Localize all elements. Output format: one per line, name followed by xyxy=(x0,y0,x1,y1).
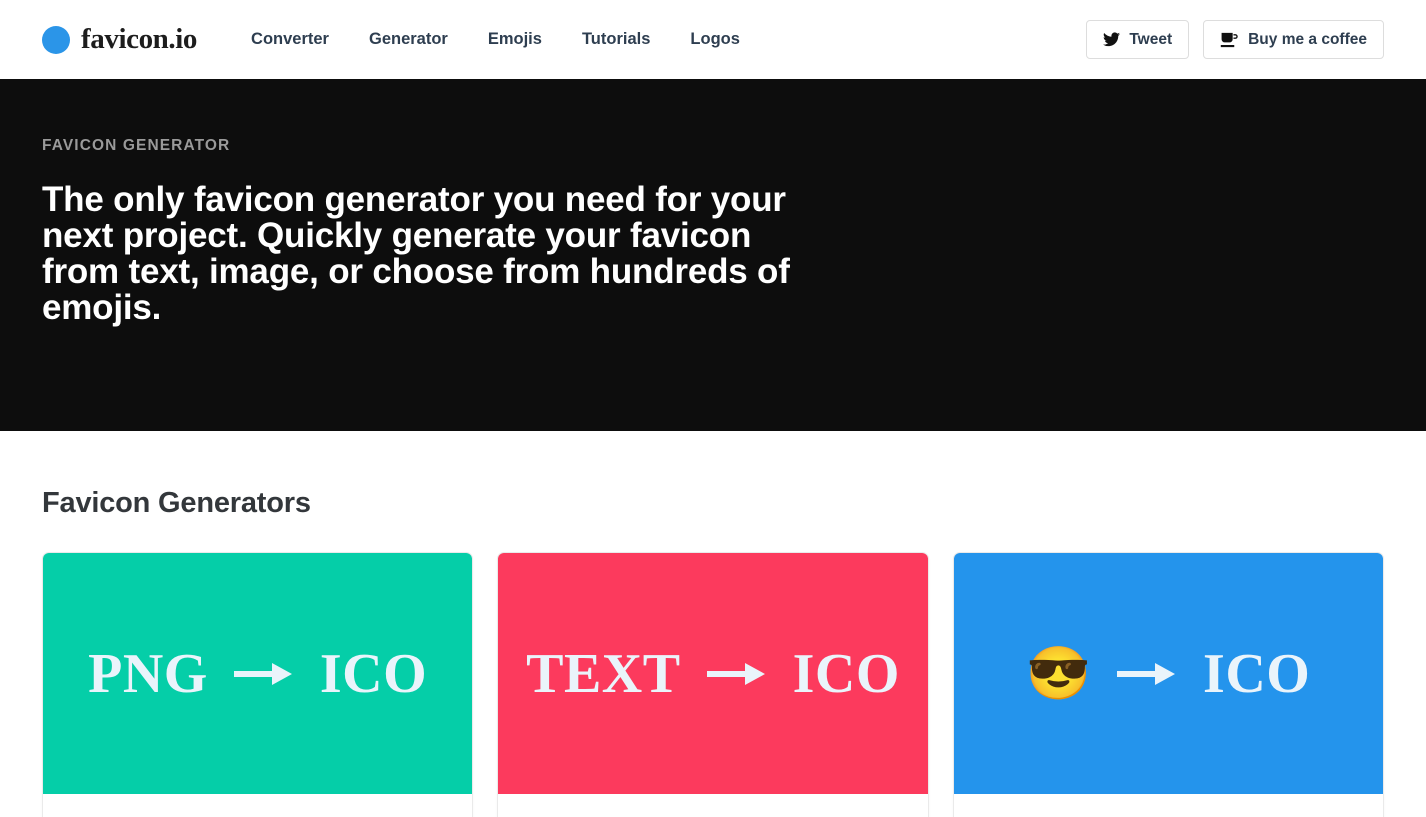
favicon-generators-section: Favicon Generators PNG ICO Image TEXT IC… xyxy=(0,431,1426,817)
right-arrow-icon xyxy=(1117,662,1176,685)
right-arrow-icon xyxy=(706,662,765,685)
hero-title: The only favicon generator you need for … xyxy=(42,180,790,328)
twitter-bird-icon xyxy=(1103,32,1121,47)
hero-eyebrow: FAVICON GENERATOR xyxy=(42,137,231,154)
section-title: Favicon Generators xyxy=(42,487,311,519)
card-body: Emoji xyxy=(954,794,1383,817)
banner-from-label: TEXT xyxy=(526,642,681,705)
card-banner: 😎 ICO xyxy=(953,553,1383,794)
card-banner: TEXT ICO xyxy=(498,553,928,794)
brand-logo-link[interactable]: favicon.io xyxy=(42,25,197,54)
buy-me-a-coffee-label: Buy me a coffee xyxy=(1248,30,1367,48)
generator-card-emoji[interactable]: 😎 ICO Emoji xyxy=(952,552,1384,817)
nav-item-tutorials[interactable]: Tutorials xyxy=(562,24,670,55)
tweet-button[interactable]: Tweet xyxy=(1086,20,1190,59)
header-actions: Tweet Buy me a coffee xyxy=(1086,20,1384,59)
sunglasses-smiley-emoji-icon: 😎 xyxy=(1026,644,1092,703)
banner-to-label: ICO xyxy=(792,642,900,705)
hero-section: FAVICON GENERATOR The only favicon gener… xyxy=(0,79,1426,431)
banner-to-label: ICO xyxy=(1203,642,1311,705)
banner-from-label: PNG xyxy=(88,642,208,705)
nav-item-generator[interactable]: Generator xyxy=(349,24,468,55)
card-body: Image xyxy=(43,794,472,817)
card-banner: PNG ICO xyxy=(43,553,473,794)
generator-card-grid: PNG ICO Image TEXT ICO Text xyxy=(42,552,1384,817)
coffee-cup-icon xyxy=(1220,32,1239,48)
site-header: favicon.io Converter Generator Emojis Tu… xyxy=(0,0,1426,79)
generator-card-text[interactable]: TEXT ICO Text xyxy=(497,552,929,817)
blue-circle-icon xyxy=(42,25,70,54)
nav-item-logos[interactable]: Logos xyxy=(670,24,760,55)
buy-me-a-coffee-button[interactable]: Buy me a coffee xyxy=(1203,20,1384,59)
nav-item-emojis[interactable]: Emojis xyxy=(468,24,562,55)
main-navigation: Converter Generator Emojis Tutorials Log… xyxy=(231,24,760,55)
generator-card-image[interactable]: PNG ICO Image xyxy=(42,552,474,817)
tweet-button-label: Tweet xyxy=(1129,30,1173,48)
brand-name: favicon.io xyxy=(81,23,198,55)
right-arrow-icon xyxy=(233,662,292,685)
card-body: Text xyxy=(498,794,927,817)
nav-item-converter[interactable]: Converter xyxy=(231,24,349,55)
banner-to-label: ICO xyxy=(319,642,428,705)
